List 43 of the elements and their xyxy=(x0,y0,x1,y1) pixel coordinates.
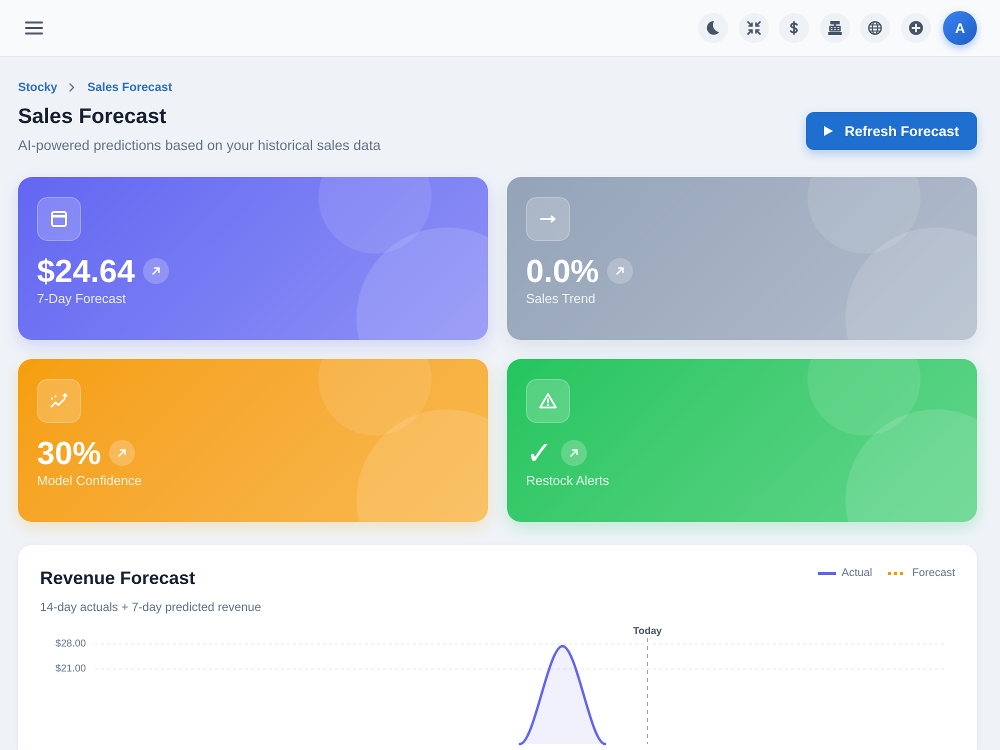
stat-label: 7-Day Forecast xyxy=(37,291,126,307)
dollar-icon xyxy=(787,21,801,35)
user-avatar[interactable]: A xyxy=(943,11,977,45)
chevron-right-icon xyxy=(69,82,76,92)
y-axis-label: $28.00 xyxy=(55,638,86,650)
stat-label: Sales Trend xyxy=(526,291,596,307)
moon-icon xyxy=(706,21,720,35)
stat-label: Model Confidence xyxy=(37,473,142,489)
breadcrumb-link[interactable]: Sales Forecast xyxy=(87,80,172,94)
legend-label: Actual xyxy=(842,566,872,580)
arrow-up-right-icon xyxy=(109,440,136,466)
stat-value: ✓ xyxy=(526,435,553,471)
add-button[interactable] xyxy=(900,13,930,43)
play-icon xyxy=(824,126,833,136)
chart-title: Revenue Forecast xyxy=(40,567,196,589)
page-subtitle: AI-powered predictions based on your historical sales data xyxy=(18,136,381,154)
stat-value: $24.64 xyxy=(37,253,135,289)
warning-icon xyxy=(526,379,570,423)
stat-value: 30% xyxy=(37,435,102,471)
chart-subtitle: 14-day actuals + 7-day predicted revenue xyxy=(40,600,262,615)
theme-toggle-button[interactable] xyxy=(698,13,728,43)
refresh-forecast-button[interactable]: Refresh Forecast xyxy=(806,112,977,150)
y-axis-label: $21.00 xyxy=(55,664,86,675)
arrow-right-icon xyxy=(526,197,570,241)
plus-circle-icon xyxy=(908,21,922,35)
stat-label: Restock Alerts xyxy=(526,473,610,489)
currency-button[interactable] xyxy=(779,13,809,43)
compress-icon xyxy=(746,21,760,35)
page-title: Sales Forecast xyxy=(18,104,168,130)
stat-value: 0.0% xyxy=(526,253,599,289)
arrow-up-right-icon xyxy=(142,258,169,284)
marker-label: Today xyxy=(633,626,662,637)
breadcrumb-link[interactable]: Stocky xyxy=(18,80,58,94)
fullscreen-button[interactable] xyxy=(738,13,768,43)
legend-label: Forecast xyxy=(912,566,955,580)
language-button[interactable] xyxy=(860,13,890,43)
arrow-up-right-icon xyxy=(606,258,633,284)
cash-register-icon xyxy=(828,21,842,35)
globe-icon xyxy=(868,21,882,35)
arrow-up-right-icon xyxy=(560,440,587,466)
calendar-icon xyxy=(37,197,81,241)
menu-icon[interactable] xyxy=(25,21,43,35)
pos-button[interactable] xyxy=(820,13,850,43)
